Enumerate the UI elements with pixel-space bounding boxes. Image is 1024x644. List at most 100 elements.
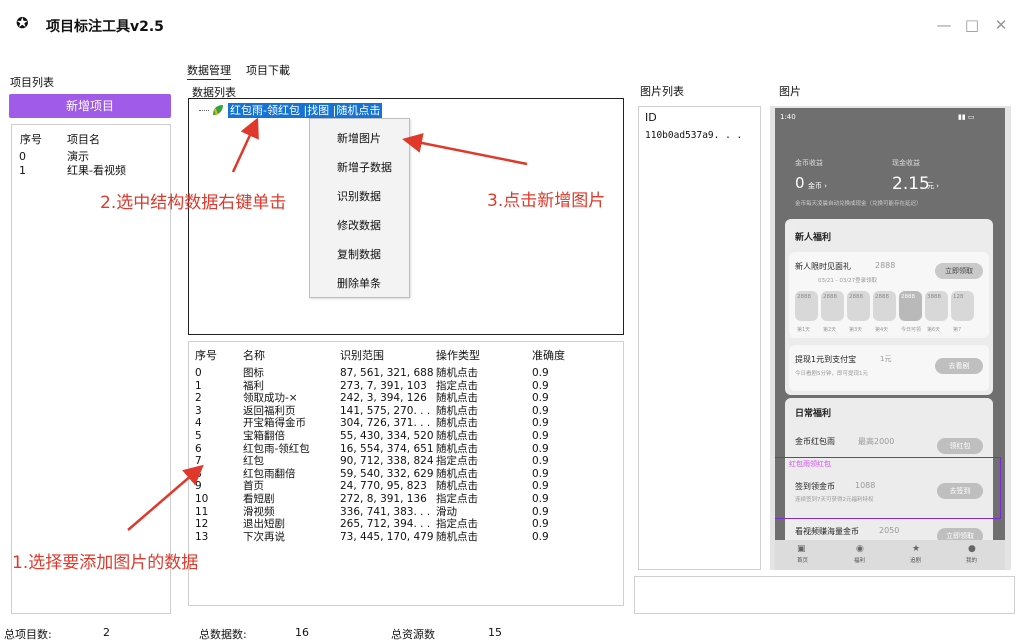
day-tile[interactable]: 128 [951, 291, 974, 321]
nav-home[interactable]: 首页 [797, 556, 808, 564]
table-row[interactable]: 2 领取成功-× 242, 3, 394, 126 随机点击 0.9 [189, 392, 623, 405]
item-action: 随机点击 [436, 530, 478, 543]
add-project-button[interactable]: 新增项目 [9, 94, 171, 118]
item-name: 下次再说 [243, 530, 285, 543]
table-row[interactable]: 0 图标 87, 561, 321, 688 随机点击 0.9 [189, 367, 623, 380]
item-name: 滑视频 [243, 505, 275, 518]
item-action: 指定点击 [436, 379, 478, 392]
leaf-icon [213, 105, 223, 116]
column-header-action[interactable]: 操作类型 [436, 347, 480, 363]
item-index: 0 [195, 367, 202, 379]
table-row[interactable]: 8 红包雨翻倍 59, 540, 332, 629 随机点击 0.9 [189, 468, 623, 481]
table-row[interactable]: 5 宝箱翻倍 55, 430, 334, 520 随机点击 0.9 [189, 430, 623, 443]
table-row[interactable]: 6 红包雨-领红包 16, 554, 374, 651 随机点击 0.9 [189, 443, 623, 456]
table-row[interactable]: 3 返回福利页 141, 575, 270. . . 随机点击 0.9 [189, 405, 623, 418]
menu-item-delete-single[interactable]: 删除单条 [337, 275, 381, 291]
item-name: 返回福利页 [243, 404, 296, 417]
menu-item-copy-data[interactable]: 复制数据 [337, 246, 381, 262]
item-range: 55, 430, 334, 520 [340, 430, 434, 442]
day-tile[interactable]: 2888 [795, 291, 818, 321]
item-range: 273, 7, 391, 103 [340, 379, 427, 392]
nav-welfare[interactable]: 福利 [854, 556, 865, 564]
project-row[interactable]: 0 演示 [12, 150, 170, 163]
item-index: 10 [195, 493, 209, 505]
table-row[interactable]: 4 开宝箱得金币 304, 726, 371. . . 随机点击 0.9 [189, 417, 623, 430]
phone-screenshot: 1:40 ▮▮ ▭ 金币收益 0 金币 › 现金收益 2.15 元 › 金币每天… [775, 108, 1005, 570]
menu-item-add-child-data[interactable]: 新增子数据 [337, 159, 392, 175]
item-range: 16, 554, 374, 651 [340, 442, 434, 455]
item-range: 90, 712, 338, 824 [340, 455, 434, 468]
item-action: 指定点击 [436, 518, 478, 531]
project-list-label: 项目列表 [10, 76, 54, 89]
day-tile[interactable]: 2888 [899, 291, 922, 321]
column-header-index[interactable]: 序号 [195, 347, 217, 363]
table-row[interactable]: 9 首页 24, 770, 95, 823 随机点击 0.9 [189, 480, 623, 493]
item-accuracy: 0.9 [532, 530, 549, 543]
bottom-input-box[interactable] [634, 576, 1015, 614]
item-range: 59, 540, 332, 629 [340, 467, 434, 480]
alipay-button[interactable]: 去看剧 [935, 358, 983, 374]
column-header-name[interactable]: 名称 [243, 347, 265, 363]
item-name: 图标 [243, 367, 264, 379]
phone-time: 1:40 [780, 113, 796, 121]
column-header-id[interactable]: ID [645, 111, 657, 124]
item-index: 9 [195, 480, 202, 493]
item-index: 12 [195, 518, 209, 531]
table-row[interactable]: 12 退出短剧 265, 712, 394. . . 指定点击 0.9 [189, 518, 623, 531]
day-tile[interactable]: 2888 [821, 291, 844, 321]
menu-item-edit-data[interactable]: 修改数据 [337, 217, 381, 233]
tab-project-download[interactable]: 项目下載 [246, 62, 290, 78]
menu-item-recognize-data[interactable]: 识别数据 [337, 188, 381, 204]
day-tile-value: 2888 [875, 294, 889, 300]
item-index: 7 [195, 455, 202, 468]
total-resources-label: 总资源数 [391, 628, 435, 641]
day-tile[interactable]: 3888 [925, 291, 948, 321]
gift-claim-button[interactable]: 立即领取 [935, 263, 983, 279]
project-name: 演示 [67, 150, 89, 163]
item-index: 8 [195, 467, 202, 480]
column-header-index[interactable]: 序号 [20, 131, 42, 147]
newbie-title: 新人福利 [795, 233, 832, 243]
signin-button[interactable]: 去签到 [937, 483, 983, 499]
redpack-button[interactable]: 领红包 [937, 438, 983, 454]
item-index: 4 [195, 417, 202, 430]
day-tile-label: 第3天 [849, 327, 863, 333]
image-list [638, 106, 761, 570]
signin-title: 签到领金币 [795, 482, 835, 491]
total-resources-value: 15 [488, 626, 502, 639]
table-row[interactable]: 13 下次再说 73, 445, 170, 479 随机点击 0.9 [189, 531, 623, 544]
project-row[interactable]: 1 红果-看视频 [12, 164, 170, 177]
nav-drama[interactable]: 追剧 [910, 556, 921, 564]
column-header-range[interactable]: 识别范围 [340, 347, 384, 363]
column-header-name[interactable]: 项目名 [67, 131, 100, 147]
item-range: 73, 445, 170, 479 [340, 530, 434, 543]
annotation-step-3: 3.点击新增图片 [487, 191, 606, 211]
item-accuracy: 0.9 [532, 467, 549, 480]
item-name: 开宝箱得金币 [243, 417, 306, 430]
item-accuracy: 0.9 [532, 455, 549, 468]
day-tile[interactable]: 2888 [847, 291, 870, 321]
day-tile-label: 第1天 [797, 327, 811, 333]
column-header-accuracy[interactable]: 准确度 [532, 347, 565, 363]
coin-income-value: 0 [795, 174, 805, 192]
item-action: 指定点击 [436, 455, 478, 468]
tab-data-management[interactable]: 数据管理 [187, 62, 231, 80]
item-name: 红包雨-领红包 [243, 442, 310, 455]
item-index: 11 [195, 505, 209, 518]
total-projects-value: 2 [103, 626, 110, 639]
table-row[interactable]: 1 福利 273, 7, 391, 103 指定点击 0.9 [189, 380, 623, 393]
table-row[interactable]: 10 看短剧 272, 8, 391, 136 指定点击 0.9 [189, 493, 623, 506]
item-accuracy: 0.9 [532, 379, 549, 392]
maximize-button[interactable]: □ [961, 14, 983, 36]
day-tile[interactable]: 2888 [873, 291, 896, 321]
day-tile-label: 第7 [953, 327, 962, 333]
tree-node-selected[interactable]: 红包雨-领红包 |找图 |随机点击 [228, 103, 383, 118]
table-row[interactable]: 7 红包 90, 712, 338, 824 指定点击 0.9 [189, 455, 623, 468]
menu-item-add-image[interactable]: 新增图片 [337, 130, 381, 146]
alipay-subtitle: 今日看剧5分钟，即可提现1元 [795, 371, 868, 377]
image-list-row[interactable]: 110b0ad537a9. . . [645, 130, 742, 141]
nav-mine[interactable]: 我的 [966, 556, 977, 564]
minimize-button[interactable]: — [933, 14, 955, 36]
table-row[interactable]: 11 滑视频 336, 741, 383. . . 滑动 0.9 [189, 506, 623, 519]
close-button[interactable]: ✕ [990, 14, 1012, 36]
